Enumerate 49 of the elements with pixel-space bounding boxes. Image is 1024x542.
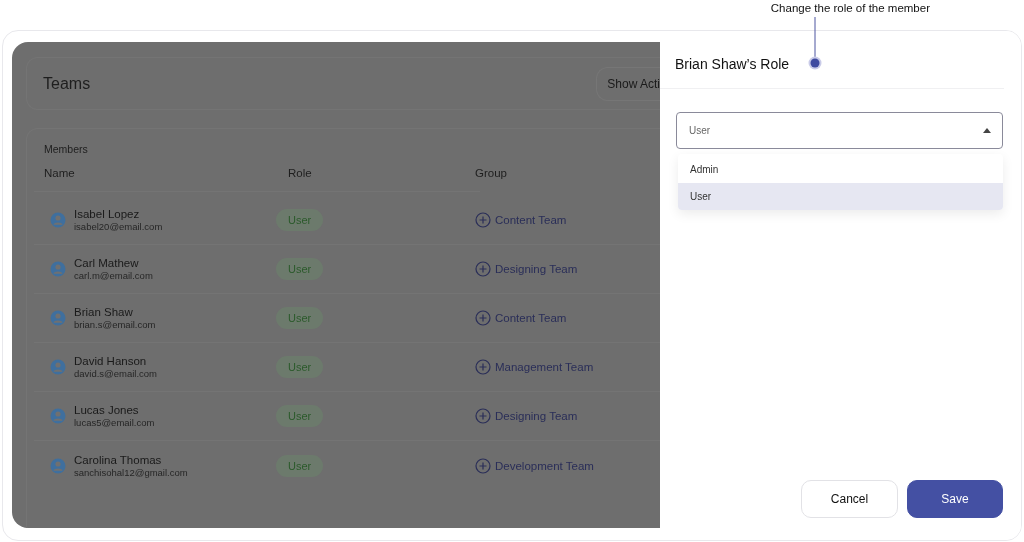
group-link[interactable]: Content Team (495, 214, 567, 226)
group-link[interactable]: Designing Team (495, 263, 578, 275)
column-header: Group (475, 167, 507, 179)
group-link[interactable]: Development Team (495, 459, 594, 472)
group-link[interactable]: Management Team (495, 361, 594, 373)
member-email: sanchisohal12@gmail.com (74, 466, 188, 479)
role-badge: User (276, 307, 324, 329)
caret-icon (983, 128, 991, 133)
avatar-icon (50, 457, 66, 474)
member-email: brian.s@email.com (74, 319, 156, 331)
member-name: Brian Shaw (74, 305, 134, 319)
cancel-button[interactable]: Cancel (801, 480, 898, 518)
save-button[interactable]: Save (907, 480, 1003, 518)
group-link[interactable]: Designing Team (495, 410, 578, 422)
add-circle-icon[interactable] (475, 261, 491, 277)
role-badge: User (276, 258, 324, 280)
dropdown-option[interactable]: User (678, 183, 1003, 210)
member-email: lucas5@email.com (74, 417, 155, 429)
avatar-icon (50, 310, 66, 326)
add-circle-icon[interactable] (475, 457, 491, 474)
add-circle-icon[interactable] (475, 310, 491, 326)
avatar-icon (50, 408, 66, 424)
role-badge: User (276, 405, 324, 427)
role-badge: User (276, 356, 324, 378)
role-badge: User (276, 209, 324, 231)
add-circle-icon[interactable] (475, 359, 491, 375)
add-circle-icon[interactable] (475, 408, 491, 424)
member-email: isabel20@email.com (74, 221, 163, 233)
column-header: Role (288, 167, 313, 179)
member-email: david.s@email.com (74, 368, 158, 380)
member-name: Carl Mathew (74, 256, 140, 270)
avatar-icon (50, 359, 66, 375)
member-name: Carolina Thomas (74, 452, 163, 467)
annotation-text: Change the role of the member (770, 1, 930, 15)
member-email: carl.m@email.com (74, 270, 153, 282)
group-link[interactable]: Content Team (495, 312, 567, 324)
avatar-icon (50, 212, 66, 228)
add-circle-icon[interactable] (475, 212, 491, 228)
drawer-title: Brian Shaw’s Role (660, 31, 1004, 89)
section-title: Members (44, 143, 89, 155)
page-title: Teams (43, 74, 91, 93)
member-name: David Hanson (74, 354, 148, 368)
column-header: Name (44, 167, 76, 179)
role-select[interactable]: User (676, 112, 1003, 149)
member-name: Isabel Lopez (74, 207, 141, 221)
role-badge: User (276, 454, 324, 477)
dropdown-option[interactable]: Admin (678, 156, 1003, 183)
avatar-icon (50, 261, 66, 277)
member-name: Lucas Jones (74, 403, 140, 417)
